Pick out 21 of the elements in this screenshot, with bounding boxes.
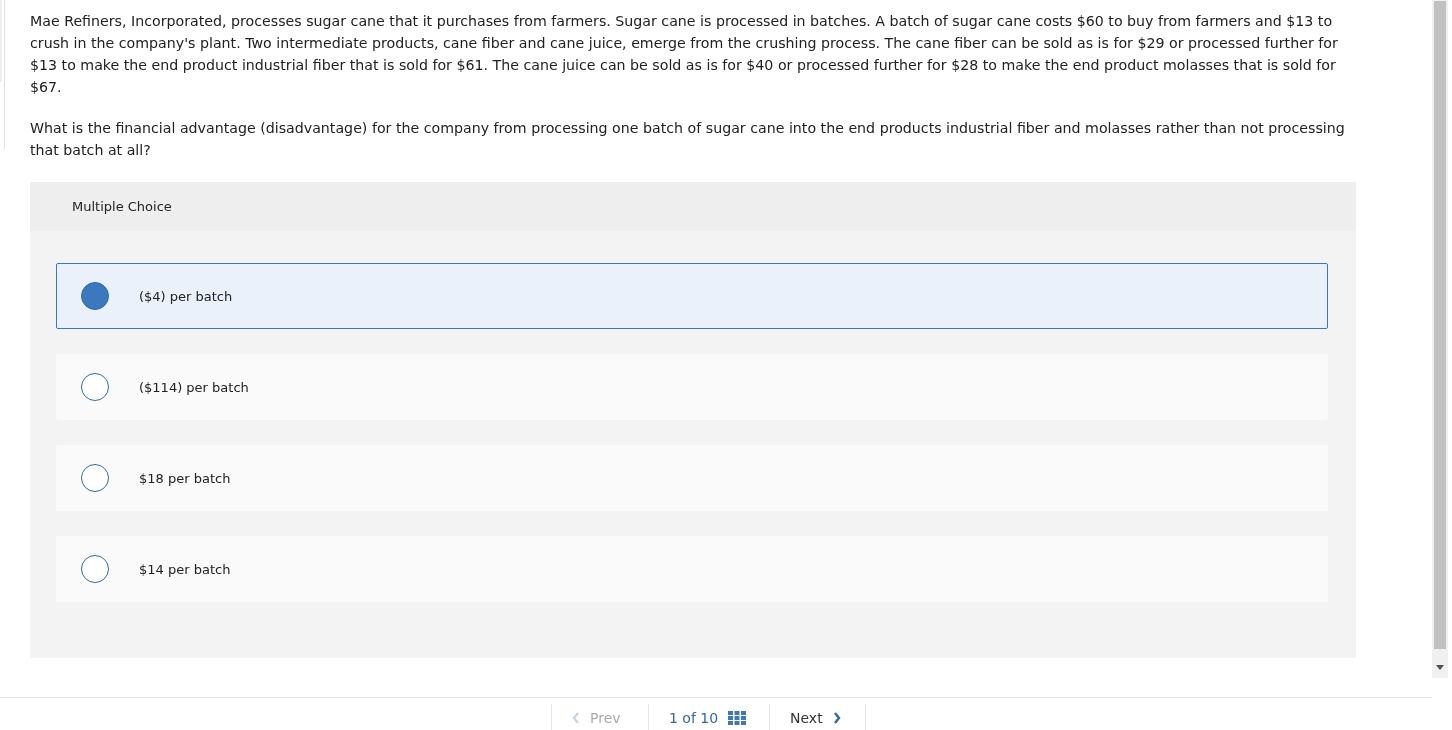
option-label: $14 per batch (139, 561, 231, 577)
panel-heading: Multiple Choice (72, 199, 172, 214)
answer-option[interactable]: ($4) per batch (56, 263, 1328, 329)
chevron-left-icon (572, 711, 580, 724)
answer-option[interactable]: $18 per batch (56, 445, 1328, 511)
radio-button[interactable] (81, 464, 109, 492)
chevron-right-icon (832, 711, 841, 724)
question-text: Mae Refiners, Incorporated, processes sugar cane that it purchases from farmers. Sugar cane is processed in batches. A batch of sugar cane costs $60 to buy from farmers and $13 to crush in the company's plant. Two intermediate products, cane fiber and cane juice, emerge from the crushing process. The cane fiber can be sold as is for $29 or processed further for $13 to make the end product industrial fiber that is sold for $61. The cane juice can be sold as is for $40 or processed further for $28 to make the end product molasses that is sold for $67. (30, 12, 1339, 97)
question-text: What is the financial advantage (disadvantage) for the company from processing one batch of sugar cane into the end products industrial fiber and molasses rather than not processing that batch at all? (30, 119, 1346, 160)
radio-button[interactable] (81, 282, 109, 310)
scrollbar[interactable] (1432, 0, 1448, 678)
option-label: ($114) per batch (139, 379, 249, 395)
grid-icon (728, 710, 747, 725)
answer-option[interactable]: $14 per batch (56, 536, 1328, 602)
next-button[interactable]: Next (769, 704, 866, 730)
option-label: $18 per batch (139, 470, 231, 486)
option-label: ($4) per batch (139, 288, 233, 304)
answer-option[interactable]: ($114) per batch (56, 354, 1328, 420)
radio-button[interactable] (81, 373, 109, 401)
radio-button[interactable] (81, 555, 109, 583)
page-indicator[interactable]: 1 of 10 (648, 704, 769, 730)
